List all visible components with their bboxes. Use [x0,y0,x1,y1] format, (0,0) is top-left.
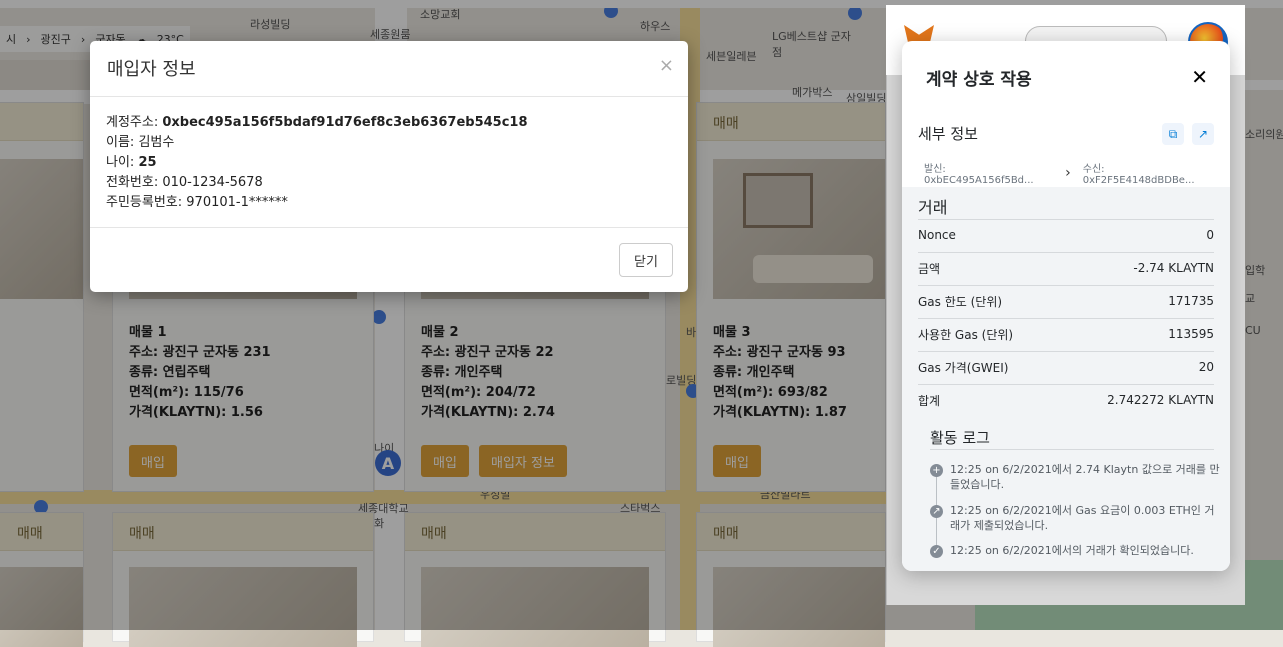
modal-body: 계정주소: 0xbec495a156f5bdaf91d76ef8c3eb6367… [90,97,688,228]
row-value: 20 [1198,360,1214,374]
divider [930,449,1214,450]
buyer-name: 김범수 [138,135,175,150]
buyer-age: 25 [138,155,157,170]
field-label: 전화번호: [106,175,163,190]
row-label: Gas 한도 (단위) [918,294,1003,309]
activity-log-label: 활동 로그 [930,429,990,447]
resident-number: 970101-1****** [186,195,288,210]
buyer-phone: 010-1234-5678 [162,175,263,190]
buyer-info-modal: 매입자 정보 × 계정주소: 0xbec495a156f5bdaf91d76ef… [90,41,688,292]
panel-title: 계약 상호 작용 [926,70,1032,90]
row-value: -2.74 KLAYTN [1133,261,1214,275]
activity-log-item: + 12:25 on 6/2/2021에서 2.74 Klaytn 값으로 거래… [930,462,1220,492]
from-to-addresses: 발신: 0xbEC495A156f5Bd... › 수신: 0xF2F5E414… [918,159,1214,187]
tx-row-gas-price: Gas 가격(GWEI) 20 [918,351,1214,383]
field-label: 주민등록번호: [106,195,187,210]
tx-row-gas-limit: Gas 한도 (단위) 171735 [918,285,1214,317]
chevron-right-icon: › [1065,165,1071,181]
row-label: Nonce [918,228,956,242]
field-label: 나이: [106,155,139,170]
row-label: 금액 [918,261,941,276]
close-icon[interactable]: ✕ [1191,65,1208,89]
account-address-row: 계정주소: 0xbec495a156f5bdaf91d76ef8c3eb6367… [106,113,672,133]
external-link-icon[interactable]: ↗ [1192,123,1214,145]
details-label: 세부 정보 [918,125,978,143]
to-address: 수신: 0xF2F5E4148dBDBe... [1082,164,1195,186]
contract-interaction-panel: 계약 상호 작용 ✕ 세부 정보 ⧉ ↗ 발신: 0xbEC495A156f5B… [902,41,1230,571]
row-label: Gas 가격(GWEI) [918,360,1009,375]
resident-number-row: 주민등록번호: 970101-1****** [106,193,672,213]
phone-row: 전화번호: 010-1234-5678 [106,173,672,193]
log-text: 12:25 on 6/2/2021에서의 거래가 확인되었습니다. [950,544,1194,557]
row-label: 합계 [918,393,941,408]
close-button[interactable]: 닫기 [619,243,673,277]
field-label: 계정주소: [106,115,163,130]
tx-row-gas-used: 사용한 Gas (단위) 113595 [918,318,1214,350]
from-address: 발신: 0xbEC495A156f5Bd... [924,164,1034,186]
log-text: 12:25 on 6/2/2021에서 2.74 Klaytn 값으로 거래를 … [950,463,1220,491]
tx-row-amount: 금액 -2.74 KLAYTN [918,252,1214,284]
copy-icon[interactable]: ⧉ [1162,123,1184,145]
row-value: 0 [1206,228,1214,242]
check-icon: ✓ [930,545,943,558]
field-label: 이름: [106,135,139,150]
activity-log-item: ✓ 12:25 on 6/2/2021에서의 거래가 확인되었습니다. [930,543,1220,558]
modal-title: 매입자 정보 [107,59,196,80]
name-row: 이름: 김범수 [106,133,672,153]
row-value: 171735 [1168,294,1214,308]
submitted-arrow-icon: ↗ [930,505,943,518]
tx-row-nonce: Nonce 0 [918,219,1214,251]
row-value: 2.742272 KLAYTN [1107,393,1214,407]
transaction-label: 거래 [918,198,948,217]
activity-log-item: ↗ 12:25 on 6/2/2021에서 Gas 요금이 0.003 ETH인… [930,503,1220,533]
row-value: 113595 [1168,327,1214,341]
log-text: 12:25 on 6/2/2021에서 Gas 요금이 0.003 ETH인 거… [950,504,1215,532]
account-address: 0xbec495a156f5bdaf91d76ef8c3eb6367eb545c… [162,115,528,130]
row-label: 사용한 Gas (단위) [918,327,1014,342]
modal-footer: 닫기 [90,228,688,292]
modal-header: 매입자 정보 × [90,41,688,97]
age-row: 나이: 25 [106,153,672,173]
tx-row-total: 합계 2.742272 KLAYTN [918,384,1214,416]
plus-icon: + [930,464,943,477]
close-icon[interactable]: × [659,55,674,76]
